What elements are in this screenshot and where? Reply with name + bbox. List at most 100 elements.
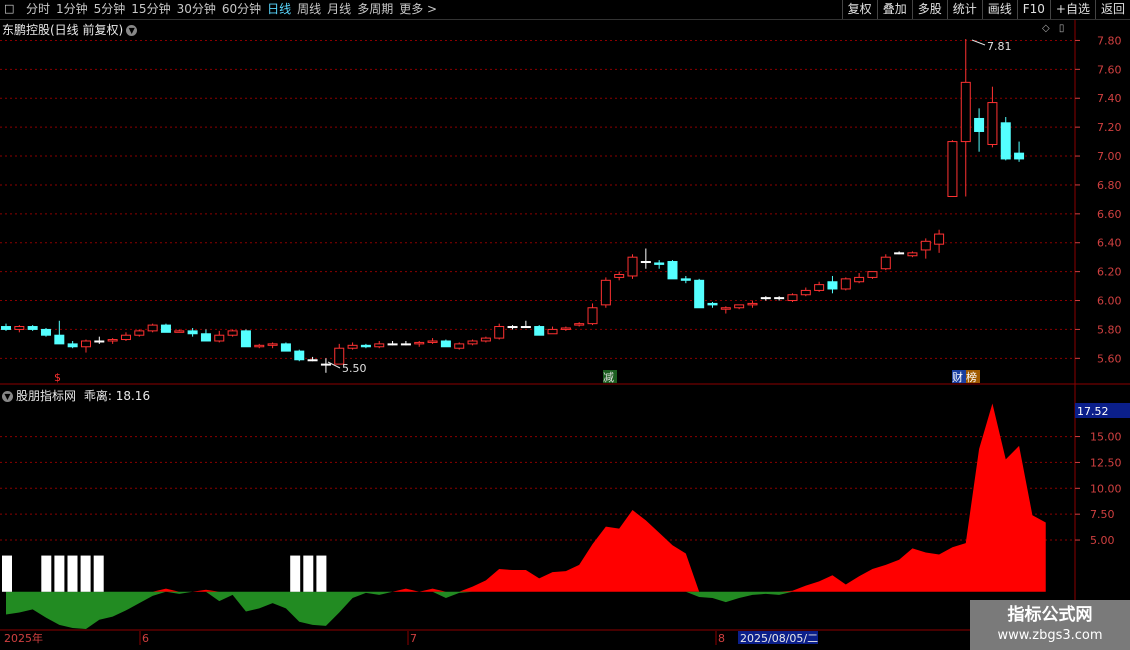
marker-rank[interactable]: 榜 bbox=[966, 370, 977, 384]
candle bbox=[400, 340, 411, 346]
candle-body bbox=[347, 344, 358, 349]
candle bbox=[894, 251, 905, 255]
candle bbox=[440, 339, 451, 348]
candle-body bbox=[694, 279, 705, 309]
candle-body bbox=[654, 262, 665, 265]
date-label: 7 bbox=[410, 632, 417, 645]
candle-body bbox=[840, 278, 851, 290]
candle-body bbox=[240, 330, 251, 348]
candle bbox=[880, 254, 891, 271]
watermark-url: www.zbgs3.com bbox=[997, 628, 1103, 643]
price-tick-label: 7.20 bbox=[1097, 121, 1122, 134]
candle-body bbox=[987, 102, 998, 145]
candle-body bbox=[640, 261, 651, 264]
marker-dollar[interactable]: $ bbox=[54, 371, 61, 384]
candle-body bbox=[414, 341, 425, 345]
candle bbox=[587, 303, 598, 326]
candle bbox=[94, 336, 105, 344]
candle bbox=[1014, 141, 1025, 162]
candle bbox=[200, 329, 211, 342]
candle-body bbox=[120, 334, 131, 341]
flag-bar bbox=[290, 555, 301, 592]
candle bbox=[774, 296, 785, 301]
candle bbox=[600, 277, 611, 308]
candle bbox=[307, 356, 318, 362]
candle-body bbox=[147, 324, 158, 332]
candle-body bbox=[320, 363, 331, 366]
candle bbox=[787, 293, 798, 302]
flag-bar bbox=[67, 555, 78, 592]
flag-bar bbox=[41, 555, 52, 592]
candle-body bbox=[867, 271, 878, 278]
candle-body bbox=[520, 326, 531, 329]
candle-body bbox=[187, 330, 198, 335]
candle bbox=[574, 322, 585, 327]
candles-group bbox=[1, 39, 1025, 373]
kline-chart[interactable]: 7.80 7.60 7.40 7.20 7.00 6.80 6.60 6.40 6.20 6.00… bbox=[0, 0, 1130, 650]
candle bbox=[147, 323, 158, 333]
candle-body bbox=[227, 330, 238, 336]
candle bbox=[254, 343, 265, 349]
candle bbox=[800, 287, 811, 297]
candle-body bbox=[374, 343, 385, 348]
date-label: 2025年 bbox=[4, 631, 43, 645]
candle bbox=[974, 108, 985, 152]
marker-reduce[interactable]: 减 bbox=[603, 371, 614, 384]
candle-body bbox=[747, 302, 758, 306]
candle-body bbox=[600, 279, 611, 306]
bias-tick-label: 15.00 bbox=[1090, 431, 1122, 444]
marker-finance[interactable]: 财 bbox=[952, 370, 963, 384]
candle-body bbox=[880, 256, 891, 270]
low-annotation: 5.50 bbox=[342, 362, 367, 375]
candle bbox=[120, 332, 131, 341]
flag-bar bbox=[316, 555, 327, 592]
candle bbox=[854, 273, 865, 284]
candle bbox=[227, 329, 238, 337]
bias-area bbox=[6, 403, 1046, 630]
candle bbox=[667, 260, 678, 280]
candle-body bbox=[454, 343, 465, 349]
date-axis: 2025年 6 7 8 2025/08/05/二 bbox=[4, 631, 818, 645]
bias-positive-area bbox=[6, 403, 1046, 592]
candle bbox=[480, 336, 491, 343]
candle-body bbox=[627, 256, 638, 277]
candle-body bbox=[547, 328, 558, 335]
candle-body bbox=[80, 340, 91, 348]
candle bbox=[920, 238, 931, 259]
price-tick-label: 5.60 bbox=[1097, 352, 1122, 365]
candle bbox=[294, 349, 305, 362]
candle bbox=[694, 278, 705, 309]
candle-body bbox=[107, 339, 118, 342]
candle-body bbox=[907, 252, 918, 257]
candle bbox=[707, 301, 718, 308]
candle-body bbox=[427, 340, 438, 343]
candle-body bbox=[1000, 122, 1011, 160]
candle bbox=[640, 248, 651, 269]
candle bbox=[960, 39, 971, 197]
candle-body bbox=[134, 330, 145, 336]
candle bbox=[80, 339, 91, 353]
candle bbox=[40, 327, 51, 337]
price-tick-label: 7.40 bbox=[1097, 92, 1122, 105]
price-tick-label: 5.80 bbox=[1097, 323, 1122, 336]
candle bbox=[280, 342, 291, 352]
candle-body bbox=[67, 343, 78, 348]
candle-body bbox=[560, 327, 571, 330]
candle bbox=[627, 254, 638, 279]
bias-negative-area bbox=[6, 591, 1046, 630]
candle bbox=[134, 329, 145, 337]
candle bbox=[947, 140, 958, 197]
high-pointer bbox=[971, 39, 986, 46]
date-label: 6 bbox=[142, 632, 149, 645]
candle-body bbox=[974, 117, 985, 132]
candle-body bbox=[400, 343, 411, 346]
candle-body bbox=[854, 276, 865, 283]
candle-body bbox=[827, 281, 838, 290]
candle-body bbox=[507, 326, 518, 329]
candle bbox=[1000, 117, 1011, 161]
bias-tick-label: 5.00 bbox=[1090, 534, 1115, 547]
candle-body bbox=[387, 343, 398, 346]
candle bbox=[934, 229, 945, 253]
candle bbox=[427, 338, 438, 344]
candle bbox=[547, 326, 558, 335]
